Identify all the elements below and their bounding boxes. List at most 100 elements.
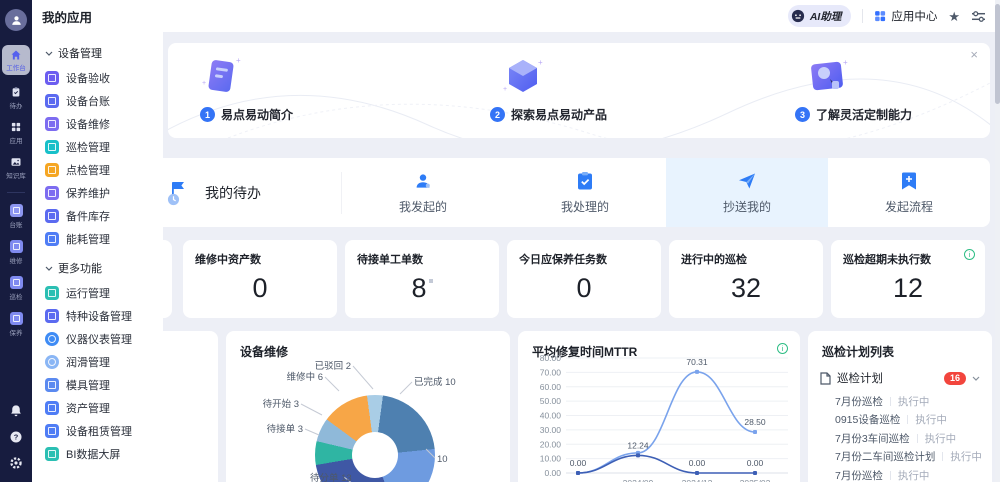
sidebar-item-spot-check-mgmt[interactable]: 点检管理 xyxy=(45,158,163,181)
inspection-plan-card: 巡检计划列表 巡检计划 16 7月份巡检 执行中 0915设备巡检 执行中 7月份3… xyxy=(808,331,992,482)
tool-icon xyxy=(9,312,23,325)
rail-item-knowledge[interactable]: 知识库 xyxy=(6,156,26,180)
sidebar-item-label: 资产管理 xyxy=(66,402,110,415)
slice-label: 待分单 13 xyxy=(310,472,352,482)
svg-text:+: + xyxy=(843,58,848,67)
sidebar-item-device-repair[interactable]: 设备维修 xyxy=(45,112,163,135)
clipped-card-sliver xyxy=(163,240,172,318)
list-item[interactable]: 7月份二车间巡检计划 执行中 xyxy=(835,448,992,467)
list-item[interactable]: 7月份3车间巡检 执行中 xyxy=(835,429,992,448)
banner-step-3[interactable]: 3 了解灵活定制能力 xyxy=(795,106,912,123)
sidebar-section-device-mgmt[interactable]: 设备管理 xyxy=(45,45,163,61)
clipboard-icon xyxy=(45,162,59,177)
sidebar-item-device-ledger[interactable]: 设备台账 xyxy=(45,89,163,112)
banner-step-1[interactable]: 1 易点易动简介 xyxy=(200,106,293,123)
stat-inspections-in-progress[interactable]: 进行中的巡检 32 xyxy=(669,240,823,318)
svg-text:70.00: 70.00 xyxy=(540,367,562,377)
help-icon[interactable]: ? xyxy=(9,430,23,444)
rail-item-todo[interactable]: 待办 xyxy=(10,86,23,110)
rail-bottom: ? xyxy=(9,404,23,482)
svg-text:30.00: 30.00 xyxy=(540,425,562,435)
svg-text:2024/12: 2024/12 xyxy=(682,478,713,482)
flag-clock-icon xyxy=(167,180,193,206)
sidebar-item-device-rental-mgmt[interactable]: 设备租赁管理 xyxy=(45,419,163,442)
plan-status: 执行中 xyxy=(924,432,957,445)
person-icon xyxy=(416,173,430,188)
svg-text:12.24: 12.24 xyxy=(627,440,649,450)
sidebar-item-asset-mgmt[interactable]: 资产管理 xyxy=(45,396,163,419)
gear-icon[interactable] xyxy=(9,456,23,470)
sidebar-item-instrument-mgmt[interactable]: 仪器仪表管理 xyxy=(45,327,163,350)
rail-item-repair[interactable]: 维修 xyxy=(9,240,23,265)
rail-item-ledger[interactable]: 台账 xyxy=(9,204,23,229)
close-icon[interactable]: × xyxy=(970,47,978,62)
topbar-actions: AI助理 应用中心 ★ xyxy=(787,5,1000,27)
sidebar-item-device-acceptance[interactable]: 设备验收 xyxy=(45,66,163,89)
svg-text:0.00: 0.00 xyxy=(689,458,706,468)
stat-overdue-inspections[interactable]: 巡检超期未执行数 12 i xyxy=(831,240,985,318)
page-title: 我的应用 xyxy=(42,10,93,25)
sidebar-item-special-device-mgmt[interactable]: 特种设备管理 xyxy=(45,304,163,327)
plan-group-row[interactable]: 巡检计划 16 xyxy=(808,360,992,386)
stat-label: 待接单工单数 xyxy=(357,254,423,266)
tab-handled-by-me[interactable]: 我处理的 xyxy=(504,158,666,227)
rail-item-inspection[interactable]: 巡检 xyxy=(9,276,23,301)
preferences-icon[interactable] xyxy=(971,10,986,23)
plan-list: 7月份巡检 执行中 0915设备巡检 执行中 7月份3车间巡检 执行中 7月份二车间巡… xyxy=(808,392,992,482)
list-item[interactable]: 0915设备巡检 执行中 xyxy=(835,411,992,430)
list-item[interactable]: 7月份巡检 执行中 xyxy=(835,392,992,411)
stat-label: 维修中资产数 xyxy=(195,254,261,266)
banner-step-2[interactable]: 2 探索易点易动产品 xyxy=(490,106,607,123)
rail-item-label: 应用 xyxy=(9,138,23,145)
tab-initiated-by-me[interactable]: 我发起的 xyxy=(342,158,504,227)
sidebar-item-energy-mgmt[interactable]: 能耗管理 xyxy=(45,227,163,250)
stat-maintenance-tasks-today[interactable]: 今日应保养任务数 0 xyxy=(507,240,661,318)
sidebar-item-label: 设备台账 xyxy=(66,95,110,108)
avatar[interactable] xyxy=(5,9,27,31)
step-number: 1 xyxy=(200,107,215,122)
plan-name: 0915设备巡检 xyxy=(835,414,901,427)
sidebar-item-mold-mgmt[interactable]: 模具管理 xyxy=(45,373,163,396)
rail-item-maintenance[interactable]: 保养 xyxy=(9,312,23,337)
favorite-star-icon[interactable]: ★ xyxy=(948,10,960,23)
mttr-plot[interactable]: 0.00 10.00 20.00 30.00 40.00 50.00 60.00 70.00 8… xyxy=(524,353,794,482)
tab-cc-to-me[interactable]: 抄送我的 xyxy=(666,158,828,227)
stat-value: 0 xyxy=(576,273,592,303)
bell-icon[interactable] xyxy=(9,404,23,418)
topbar: 我的应用 AI助理 应用中心 ★ xyxy=(32,0,1000,32)
rail-item-apps[interactable]: 应用 xyxy=(10,121,23,145)
sidebar-item-lubrication-mgmt[interactable]: 润滑管理 xyxy=(45,350,163,373)
sidebar-item-inspection-mgmt[interactable]: 巡检管理 xyxy=(45,135,163,158)
banner-step3-illustration: + xyxy=(804,55,850,101)
plan-name: 7月份3车间巡检 xyxy=(835,432,910,445)
sidebar-section-more[interactable]: 更多功能 xyxy=(45,260,163,276)
clipboard-icon xyxy=(12,87,20,97)
tab-start-process[interactable]: 发起流程 xyxy=(828,158,990,227)
wrench-icon xyxy=(9,240,23,253)
stats-row: 维修中资产数 0 待接单工单数 8 今日应保养任务数 0 进行中的巡检 32 巡… xyxy=(163,240,985,318)
sidebar-item-maintenance[interactable]: 保养维护 xyxy=(45,181,163,204)
ai-assistant-button[interactable]: AI助理 xyxy=(787,5,852,27)
chevron-down-icon[interactable] xyxy=(972,376,980,381)
sidebar-item-label: 设备维修 xyxy=(66,118,110,131)
sidebar-item-spare-parts[interactable]: 备件库存 xyxy=(45,204,163,227)
svg-text:0.00: 0.00 xyxy=(570,458,587,468)
sidebar-item-operation-mgmt[interactable]: 运行管理 xyxy=(45,281,163,304)
app-rail: 工作台 待办 应用 知识库 台账 维修 巡检 保养 ? xyxy=(0,0,32,482)
app-center-button[interactable]: 应用中心 xyxy=(874,8,937,24)
sidebar-item-label: 设备租赁管理 xyxy=(66,425,132,438)
rail-item-workbench[interactable]: 工作台 xyxy=(2,45,30,75)
stat-value: 32 xyxy=(730,273,762,303)
sidebar-item-label: 点检管理 xyxy=(66,164,110,177)
list-item[interactable]: 7月份巡检 执行中 xyxy=(835,466,992,482)
green-info-icon[interactable]: i xyxy=(964,249,975,260)
sidebar-item-bi-dashboard[interactable]: BI数据大屏 xyxy=(45,442,163,465)
paper-plane-icon xyxy=(739,173,755,188)
tab-label: 我发起的 xyxy=(398,199,447,214)
stat-assets-in-repair[interactable]: 维修中资产数 0 xyxy=(183,240,337,318)
stat-value: 0 xyxy=(252,273,268,303)
briefcase-icon xyxy=(45,70,59,85)
scrollbar-thumb[interactable] xyxy=(995,4,1000,104)
stat-pending-work-orders[interactable]: 待接单工单数 8 xyxy=(345,240,499,318)
wrench-icon xyxy=(45,116,59,131)
